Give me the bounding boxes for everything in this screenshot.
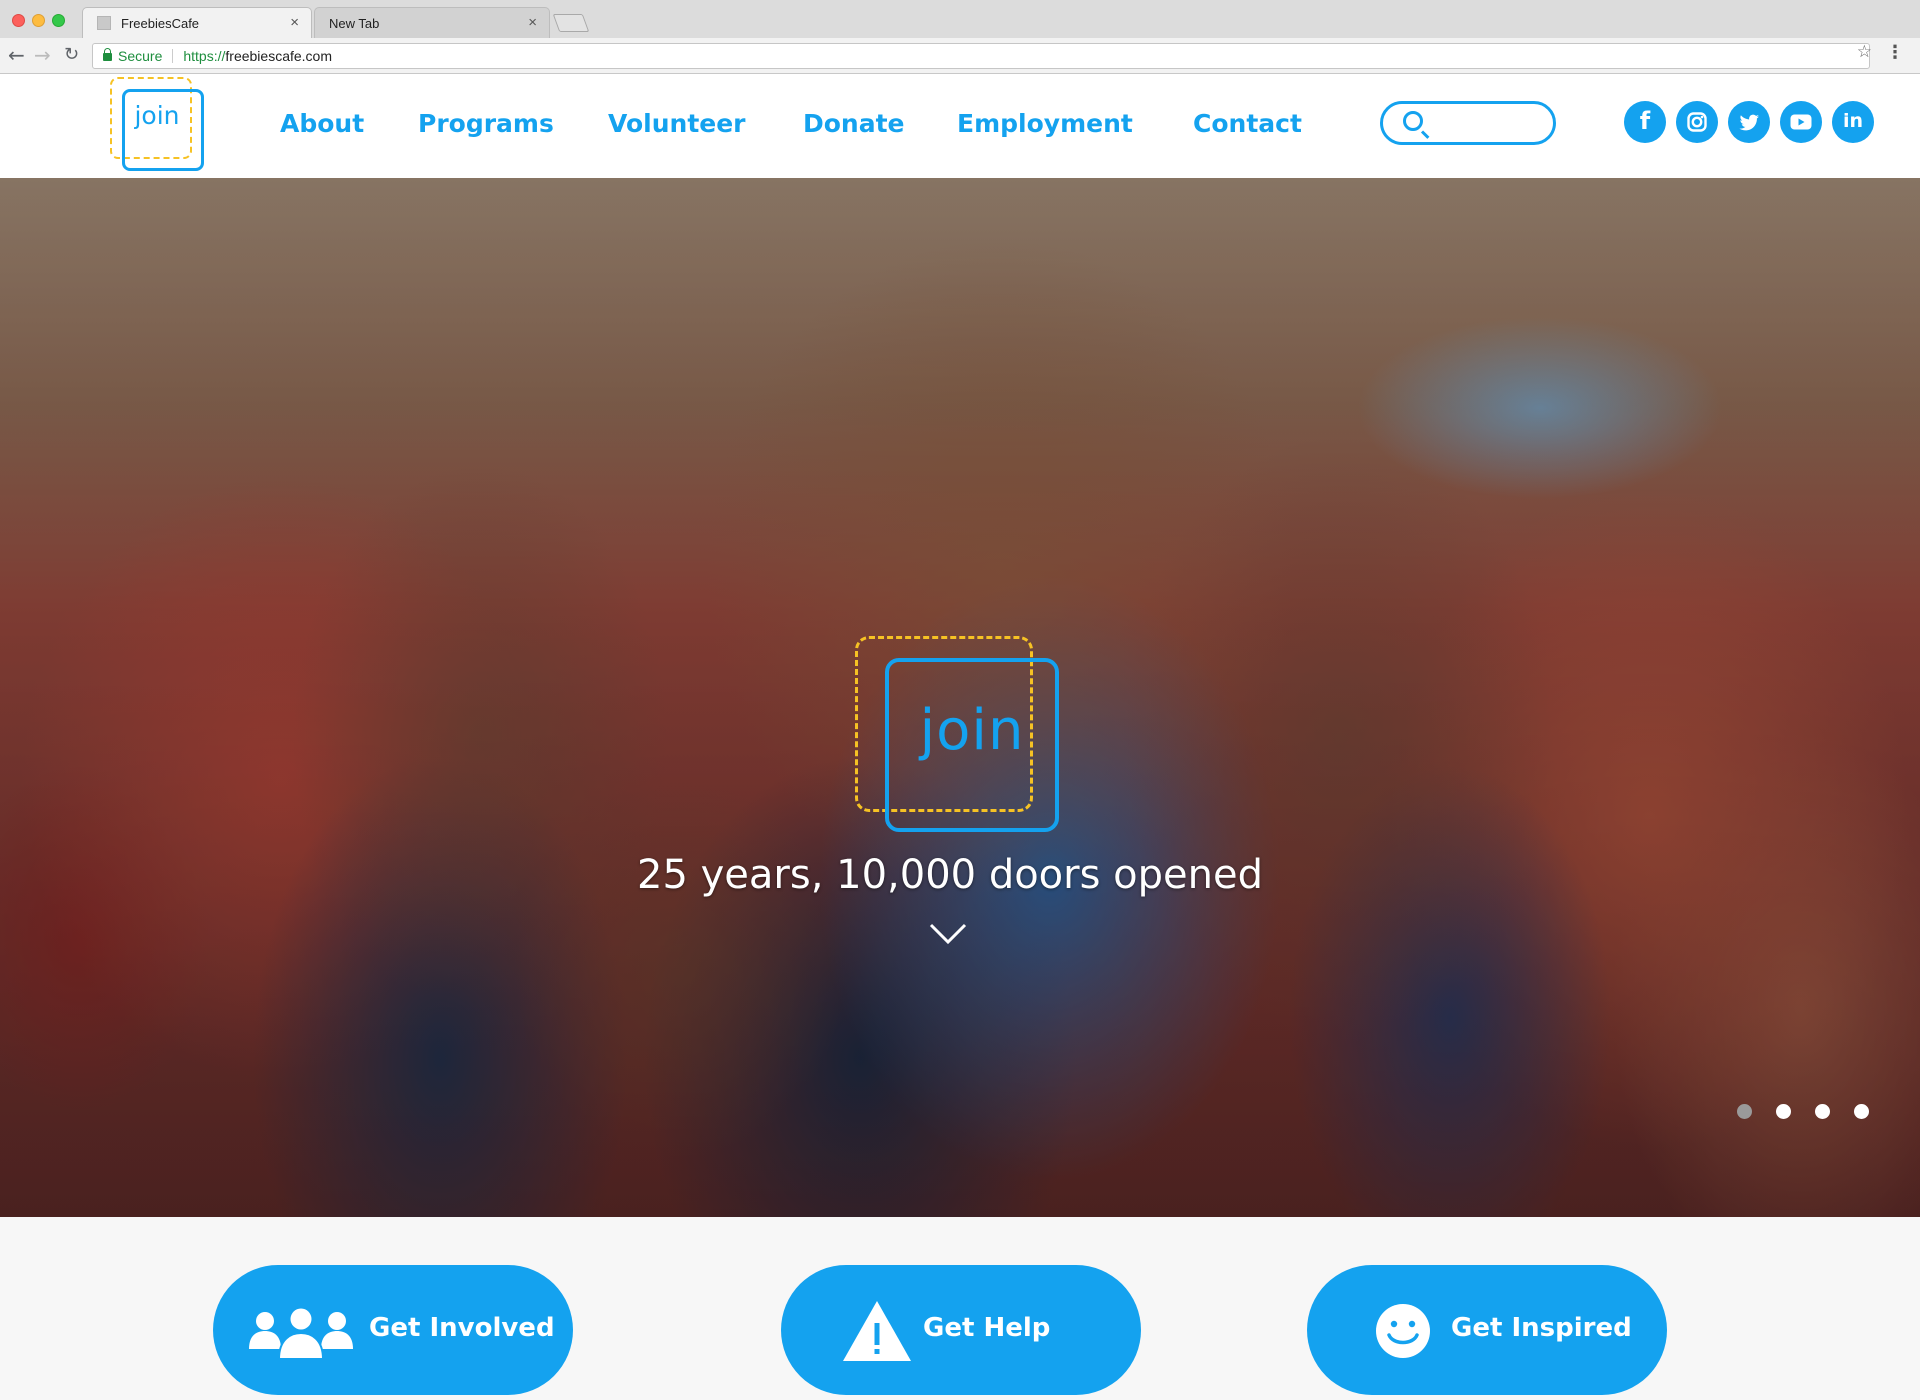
lock-icon bbox=[103, 48, 112, 61]
tab-title: New Tab bbox=[329, 16, 380, 31]
address-bar[interactable]: Secure https://freebiescafe.com bbox=[92, 43, 1870, 69]
back-arrow-icon[interactable]: ← bbox=[8, 43, 25, 67]
secure-label: Secure bbox=[118, 48, 163, 64]
address-divider bbox=[172, 49, 174, 63]
slide-dot-4[interactable] bbox=[1854, 1104, 1869, 1119]
get-involved-button[interactable]: Get Involved bbox=[213, 1265, 573, 1395]
browser-tab-active[interactable]: FreebiesCafe × bbox=[82, 7, 312, 38]
hero-logo: join bbox=[855, 636, 1059, 832]
get-involved-label: Get Involved bbox=[369, 1313, 555, 1343]
nav-programs[interactable]: Programs bbox=[418, 109, 554, 138]
scroll-down-chevron-icon[interactable] bbox=[928, 913, 968, 953]
url-host: freebiescafe.com bbox=[225, 48, 332, 64]
window-minimize-button[interactable] bbox=[32, 14, 45, 27]
nav-contact[interactable]: Contact bbox=[1193, 109, 1302, 138]
smiley-icon bbox=[1376, 1304, 1430, 1358]
logo-text: join bbox=[134, 101, 180, 130]
twitter-icon[interactable] bbox=[1728, 101, 1770, 143]
page-favicon-icon bbox=[97, 16, 111, 30]
forward-arrow-icon[interactable]: → bbox=[34, 43, 51, 67]
get-inspired-label: Get Inspired bbox=[1451, 1313, 1632, 1343]
hero-tagline: 25 years, 10,000 doors opened bbox=[637, 852, 1263, 898]
bookmark-star-icon[interactable]: ☆ bbox=[1857, 42, 1872, 62]
linkedin-icon[interactable]: in bbox=[1832, 101, 1874, 143]
search-icon[interactable] bbox=[1403, 111, 1423, 131]
window-close-button[interactable] bbox=[12, 14, 25, 27]
slide-dot-3[interactable] bbox=[1815, 1104, 1830, 1119]
site-header: join About Programs Volunteer Donate Emp… bbox=[0, 75, 1920, 178]
instagram-glyph bbox=[1687, 112, 1707, 132]
browser-toolbar: ← → ↻ Secure https://freebiescafe.com ☆ ⋮ bbox=[0, 38, 1920, 74]
browser-menu-icon[interactable]: ⋮ bbox=[1886, 42, 1904, 63]
nav-donate[interactable]: Donate bbox=[803, 109, 905, 138]
get-inspired-button[interactable]: Get Inspired bbox=[1307, 1265, 1667, 1395]
twitter-glyph bbox=[1739, 114, 1759, 131]
youtube-icon[interactable] bbox=[1780, 101, 1822, 143]
get-help-button[interactable]: Get Help bbox=[781, 1265, 1141, 1395]
hero-logo-text: join bbox=[919, 698, 1025, 763]
get-help-label: Get Help bbox=[923, 1313, 1051, 1343]
reload-icon[interactable]: ↻ bbox=[64, 43, 79, 67]
facebook-glyph: f bbox=[1639, 107, 1651, 135]
nav-about[interactable]: About bbox=[280, 109, 364, 138]
slide-dot-1[interactable] bbox=[1737, 1104, 1752, 1119]
tab-close-icon[interactable]: × bbox=[290, 14, 299, 31]
browser-tab-inactive[interactable]: New Tab × bbox=[314, 7, 550, 38]
window-maximize-button[interactable] bbox=[52, 14, 65, 27]
nav-volunteer[interactable]: Volunteer bbox=[608, 109, 746, 138]
browser-tab-bar: FreebiesCafe × New Tab × bbox=[0, 0, 1920, 38]
instagram-icon[interactable] bbox=[1676, 101, 1718, 143]
people-icon bbox=[249, 1307, 353, 1360]
youtube-glyph bbox=[1790, 114, 1812, 130]
linkedin-glyph: in bbox=[1842, 110, 1864, 132]
url-protocol: https:// bbox=[183, 48, 226, 64]
tab-close-icon[interactable]: × bbox=[528, 14, 537, 31]
new-tab-button[interactable] bbox=[552, 14, 590, 32]
search-box[interactable] bbox=[1380, 101, 1556, 145]
facebook-icon[interactable]: f bbox=[1624, 101, 1666, 143]
tab-title: FreebiesCafe bbox=[121, 16, 200, 31]
warning-icon bbox=[843, 1301, 911, 1361]
site-logo[interactable]: join bbox=[110, 77, 204, 171]
nav-employment[interactable]: Employment bbox=[957, 109, 1133, 138]
slide-dot-2[interactable] bbox=[1776, 1104, 1791, 1119]
search-input[interactable] bbox=[1433, 110, 1543, 136]
